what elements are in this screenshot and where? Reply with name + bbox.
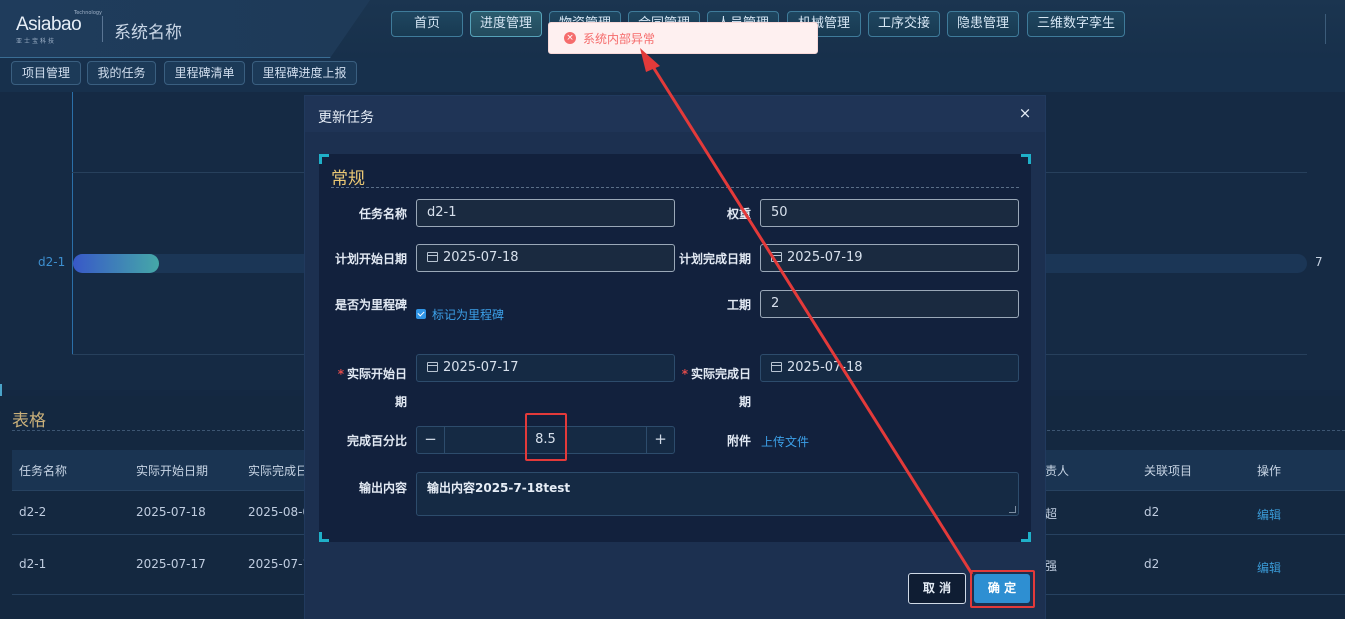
- annotation-arrow-line: [648, 61, 974, 575]
- annotation-arrow-head: [640, 48, 660, 72]
- annotation-arrow: [640, 48, 974, 575]
